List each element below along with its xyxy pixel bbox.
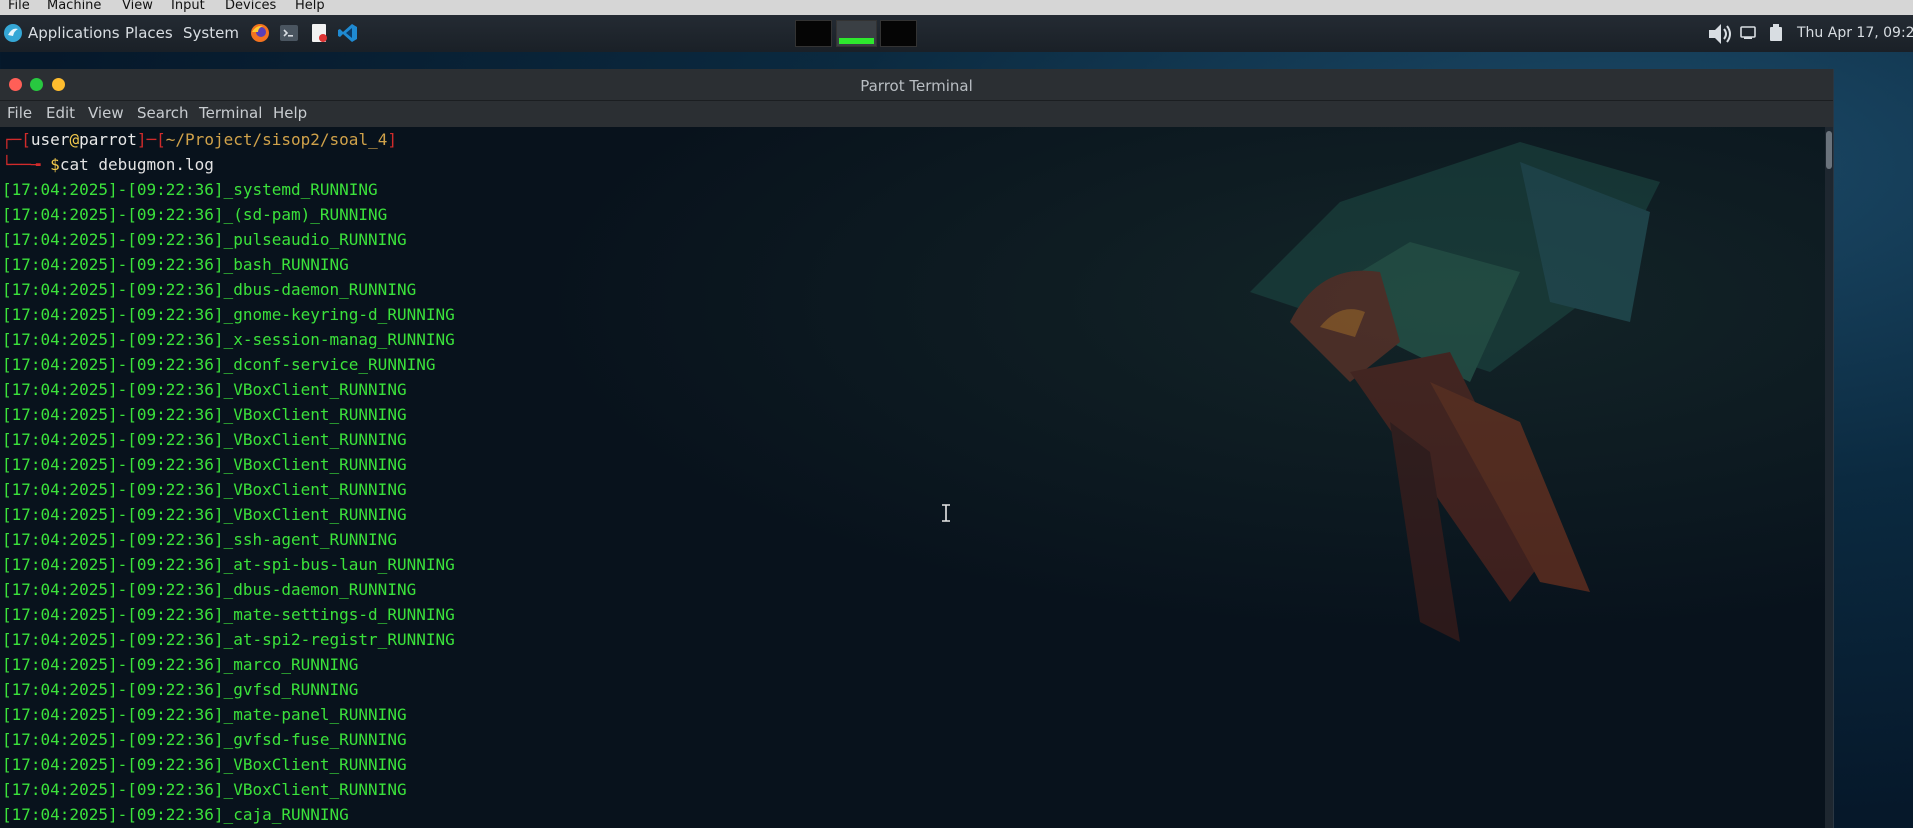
prompt-at: @	[69, 130, 80, 149]
log-line: [17:04:2025]-[09:22:36]_VBoxClient_RUNNI…	[2, 755, 407, 774]
workspace-1[interactable]	[795, 20, 832, 47]
top-panel: Applications Places System Thu Apr 17, 0…	[0, 15, 1913, 52]
scrollbar-track[interactable]	[1825, 127, 1833, 828]
log-line: [17:04:2025]-[09:22:36]_VBoxClient_RUNNI…	[2, 780, 407, 799]
workspace-3[interactable]	[880, 20, 917, 47]
prompt-line-2: └──╼ $cat debugmon.log	[2, 155, 214, 174]
vbox-menu-help[interactable]: Help	[295, 0, 325, 12]
log-line: [17:04:2025]-[09:22:36]_pulseaudio_RUNNI…	[2, 230, 407, 249]
log-line: [17:04:2025]-[09:22:36]_dbus-daemon_RUNN…	[2, 280, 417, 299]
log-line: [17:04:2025]-[09:22:36]_bash_RUNNING	[2, 255, 349, 274]
prompt-user: user	[30, 130, 70, 149]
parrot-wallpaper-art	[1250, 142, 1660, 642]
text-cursor-icon	[942, 504, 950, 522]
battery-icon[interactable]	[1769, 24, 1783, 42]
parrot-logo-icon[interactable]	[3, 23, 23, 43]
log-line: [17:04:2025]-[09:22:36]_systemd_RUNNING	[2, 180, 378, 199]
log-line: [17:04:2025]-[09:22:36]_dconf-service_RU…	[2, 355, 436, 374]
terminal-window: Parrot Terminal File Edit View Search Te…	[0, 69, 1834, 828]
log-line: [17:04:2025]-[09:22:36]_dbus-daemon_RUNN…	[2, 580, 417, 599]
clock[interactable]: Thu Apr 17, 09:29	[1797, 25, 1913, 41]
log-line: [17:04:2025]-[09:22:36]_x-session-manag_…	[2, 330, 455, 349]
prompt-host: parrot	[79, 130, 137, 149]
applications-menu[interactable]: Applications	[28, 24, 120, 42]
log-line: [17:04:2025]-[09:22:36]_marco_RUNNING	[2, 655, 359, 674]
log-line: [17:04:2025]-[09:22:36]_ssh-agent_RUNNIN…	[2, 530, 397, 549]
log-line: [17:04:2025]-[09:22:36]_VBoxClient_RUNNI…	[2, 505, 407, 524]
notification-icon[interactable]	[1740, 26, 1756, 40]
vbox-menu-file[interactable]: File	[8, 0, 30, 12]
terminal-output[interactable]: ┌─[user@parrot]─[~/Project/sisop2/soal_4…	[0, 127, 1825, 828]
volume-icon[interactable]	[1706, 21, 1734, 47]
menu-search[interactable]: Search	[137, 104, 189, 122]
vbox-menu-machine[interactable]: Machine	[47, 0, 101, 12]
scrollbar-thumb[interactable]	[1826, 131, 1832, 169]
vbox-menu-view[interactable]: View	[122, 0, 153, 12]
log-line: [17:04:2025]-[09:22:36]_gvfsd-fuse_RUNNI…	[2, 730, 407, 749]
log-line: [17:04:2025]-[09:22:36]_at-spi2-registr_…	[2, 630, 455, 649]
vbox-menu-input[interactable]: Input	[171, 0, 205, 12]
menu-edit[interactable]: Edit	[46, 104, 75, 122]
log-line: [17:04:2025]-[09:22:36]_gvfsd_RUNNING	[2, 680, 359, 699]
window-titlebar[interactable]: Parrot Terminal	[0, 69, 1833, 101]
menu-file[interactable]: File	[7, 104, 32, 122]
prompt-line-1: ┌─[user@parrot]─[~/Project/sisop2/soal_4…	[2, 130, 397, 149]
log-line: [17:04:2025]-[09:22:36]_VBoxClient_RUNNI…	[2, 455, 407, 474]
terminal-icon[interactable]	[279, 23, 299, 43]
log-line: [17:04:2025]-[09:22:36]_VBoxClient_RUNNI…	[2, 480, 407, 499]
places-menu[interactable]: Places	[125, 24, 173, 42]
menu-terminal[interactable]: Terminal	[199, 104, 262, 122]
log-line: [17:04:2025]-[09:22:36]_VBoxClient_RUNNI…	[2, 405, 407, 424]
terminal-menubar: File Edit View Search Terminal Help	[0, 101, 1833, 127]
vbox-menu-devices[interactable]: Devices	[225, 0, 276, 12]
workspace-2[interactable]	[836, 20, 877, 47]
menu-help[interactable]: Help	[273, 104, 307, 122]
prompt-dollar: $	[50, 155, 60, 174]
window-title: Parrot Terminal	[860, 77, 973, 95]
firefox-icon[interactable]	[250, 23, 270, 43]
log-line: [17:04:2025]-[09:22:36]_mate-panel_RUNNI…	[2, 705, 407, 724]
text-editor-icon[interactable]	[309, 23, 329, 43]
log-line: [17:04:2025]-[09:22:36]_mate-settings-d_…	[2, 605, 455, 624]
vbox-menubar: File Machine View Input Devices Help	[0, 0, 1913, 15]
vscode-icon[interactable]	[338, 23, 358, 43]
menu-view[interactable]: View	[88, 104, 124, 122]
log-line: [17:04:2025]-[09:22:36]_gnome-keyring-d_…	[2, 305, 455, 324]
system-menu[interactable]: System	[183, 24, 239, 42]
prompt-command: cat debugmon.log	[59, 155, 214, 174]
log-line: [17:04:2025]-[09:22:36]_VBoxClient_RUNNI…	[2, 430, 407, 449]
log-line: [17:04:2025]-[09:22:36]_caja_RUNNING	[2, 805, 349, 824]
prompt-path: ~/Project/sisop2/soal_4	[165, 130, 388, 149]
log-line: [17:04:2025]-[09:22:36]_at-spi-bus-laun_…	[2, 555, 455, 574]
log-line: [17:04:2025]-[09:22:36]_(sd-pam)_RUNNING	[2, 205, 388, 224]
log-line: [17:04:2025]-[09:22:36]_VBoxClient_RUNNI…	[2, 380, 407, 399]
